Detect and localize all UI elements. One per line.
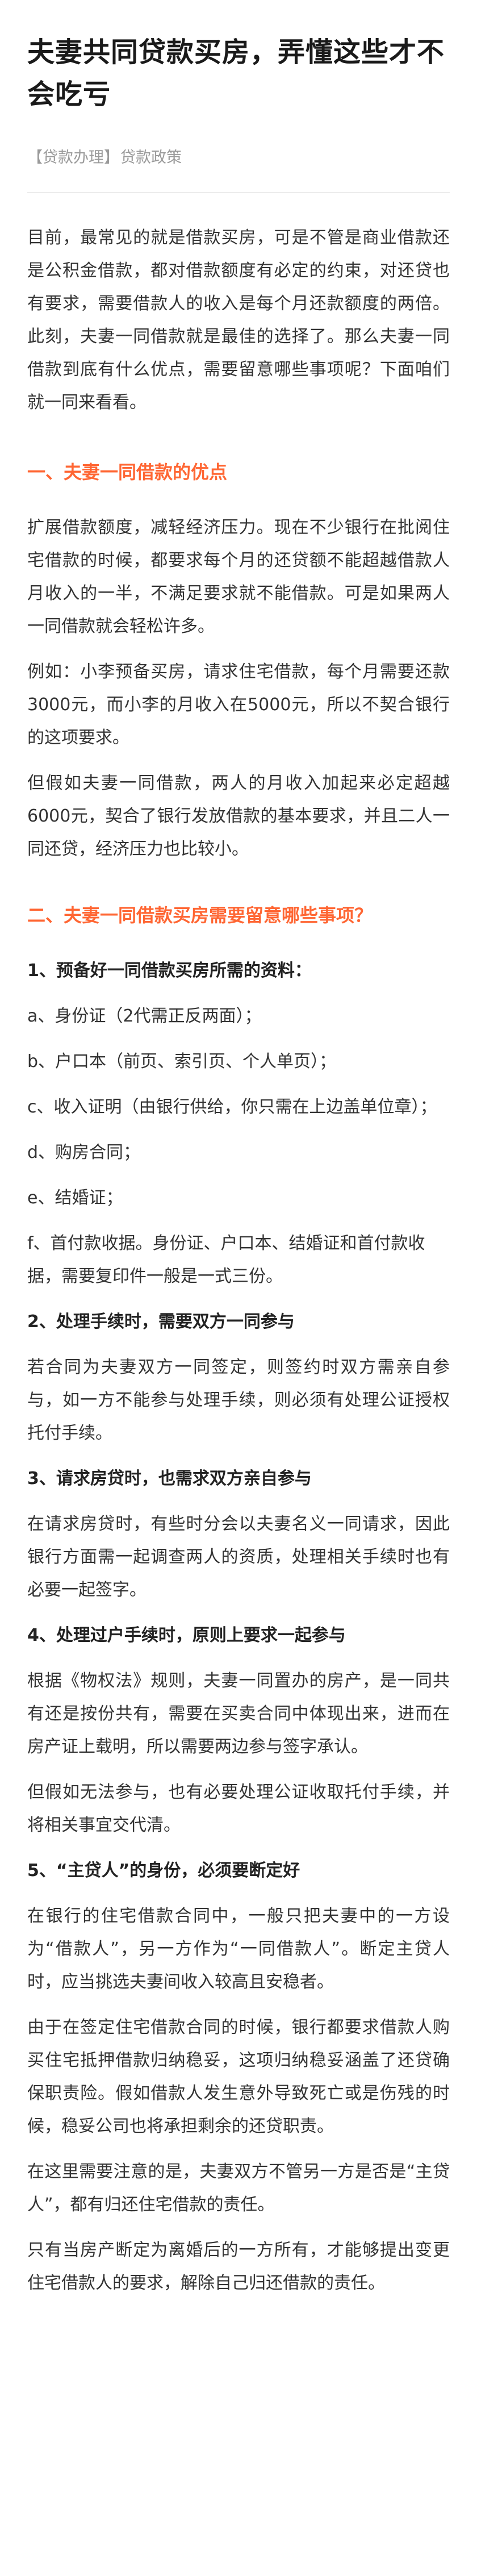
subheading-materials: 1、预备好一同借款买房所需的资料： xyxy=(27,961,312,981)
article-title: 夫妻共同贷款买房，弄懂这些才不会吃亏 xyxy=(27,36,445,110)
section1-paragraph-1: 扩展借款额度，减轻经济压力。现在不少银行在批阅住宅借款的时候，都要求每个月的还贷… xyxy=(27,518,450,636)
article-page: 夫妻共同贷款买房，弄懂这些才不会吃亏 【贷款办理】贷款政策 目前，最常见的就是借… xyxy=(0,0,477,2576)
procedures-paragraph: 若合同为夫妻双方一同签定，则签约时双方需亲自参与，如一方不能参与处理手续，则必须… xyxy=(27,1357,450,1443)
subheading-transfer: 4、处理过户手续时，原则上要求一起参与 xyxy=(27,1625,346,1645)
section2-heading: 二、夫妻一同借款买房需要留意哪些事项？ xyxy=(27,904,373,926)
list-item: e、结婚证； xyxy=(27,1188,123,1208)
main-borrower-paragraph-2: 由于在签定住宅借款合同的时候，银行都要求借款人购买住宅抵押借款归纳稳妥，这项归纳… xyxy=(27,2018,450,2136)
list-item: b、户口本（前页、索引页、个人单页）； xyxy=(27,1052,337,1072)
section1-paragraph-2: 例如：小李预备买房，请求住宅借款，每个月需要还款3000元，而小李的月收入在50… xyxy=(27,662,450,748)
subheading-main-borrower: 5、“主贷人”的身份，必须要断定好 xyxy=(27,1861,300,1881)
main-borrower-paragraph-4: 只有当房产断定为离婚后的一方所有，才能够提出变更住宅借款人的要求，解除自己归还借… xyxy=(27,2240,450,2293)
divider xyxy=(27,192,450,193)
section1-paragraph-3: 但假如夫妻一同借款，两人的月收入加起来必定超越6000元，契合了银行发放借款的基… xyxy=(27,773,450,859)
transfer-paragraph-1: 根据《物权法》规则，夫妻一同置办的房产，是一同共有还是按份共有，需要在买卖合同中… xyxy=(27,1671,450,1757)
list-item: a、身份证（2代需正反两面）； xyxy=(27,1006,262,1026)
list-item: f、首付款收据。身份证、户口本、结婚证和首付款收据，需要复印件一般是一式三份。 xyxy=(27,1233,425,1286)
subheading-loan-application: 3、请求房贷时，也需求双方亲自参与 xyxy=(27,1469,312,1489)
loan-application-paragraph: 在请求房贷时，有些时分会以夫妻名义一同请求，因此银行方面需一起调查两人的资质，处… xyxy=(27,1514,450,1600)
list-item: c、收入证明（由银行供给，你只需在上边盖单位章）； xyxy=(27,1097,437,1117)
main-borrower-paragraph-3: 在这里需要注意的是，夫妻双方不管另一方是否是“主贷人”，都有归还住宅借款的责任。 xyxy=(27,2162,450,2215)
intro-paragraph: 目前，最常见的就是借款买房，可是不管是商业借款还是公积金借款，都对借款额度有必定… xyxy=(27,228,450,412)
subheading-procedures: 2、处理手续时，需要双方一同参与 xyxy=(27,1312,295,1332)
article-meta: 【贷款办理】贷款政策 xyxy=(27,147,450,169)
main-borrower-paragraph-1: 在银行的住宅借款合同中，一般只把夫妻中的一方设为“借款人”，另一方作为“一同借款… xyxy=(27,1906,450,1992)
transfer-paragraph-2: 但假如无法参与，也有必要处理公证收取托付手续，并将相关事宜交代清。 xyxy=(27,1782,450,1835)
article-tag[interactable]: 贷款政策 xyxy=(120,149,182,166)
section1-heading: 一、夫妻一同借款的优点 xyxy=(27,461,228,483)
list-item: d、购房合同； xyxy=(27,1143,141,1162)
article-category[interactable]: 【贷款办理】 xyxy=(27,149,119,166)
